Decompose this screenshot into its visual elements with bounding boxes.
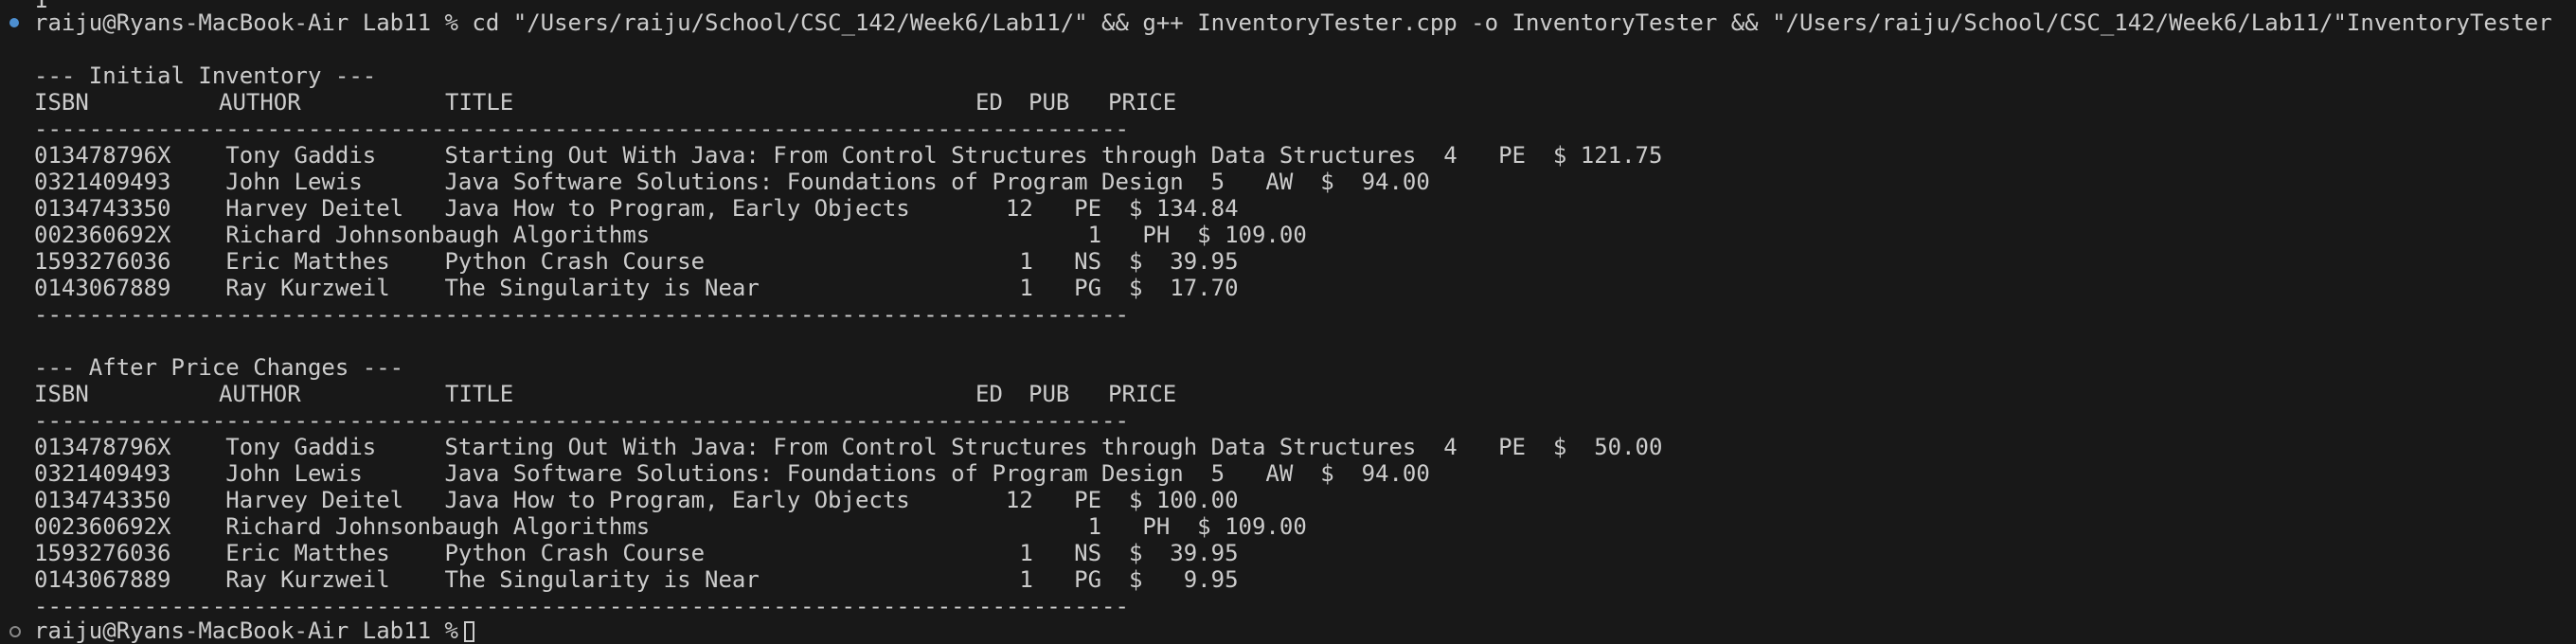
command-text: cd "/Users/raiju/School/CSC_142/Week6/La… (472, 9, 2552, 36)
column-isbn: ISBN (34, 381, 89, 407)
text-cursor[interactable] (463, 621, 474, 642)
separator-line: ----------------------------------------… (34, 116, 1129, 142)
separator-line: ----------------------------------------… (34, 593, 1129, 619)
prompt-text: raiju@Ryans-MacBook-Air Lab11 % (34, 617, 458, 644)
column-price: PRICE (1108, 89, 1177, 116)
column-author: AUTHOR (219, 89, 301, 116)
separator-line: ----------------------------------------… (34, 407, 1129, 434)
section-heading-initial: --- Initial Inventory --- (34, 63, 377, 89)
terminal-window[interactable]: 1 warning and 19 errors generated. raiju… (0, 0, 2576, 644)
prompt-text: raiju@Ryans-MacBook-Air Lab11 % (34, 9, 458, 36)
final-prompt-line[interactable]: raiju@Ryans-MacBook-Air Lab11 % (0, 617, 474, 644)
prompt-idle-icon (9, 626, 21, 637)
column-ed: ED (975, 381, 1003, 407)
separator-line: ----------------------------------------… (34, 301, 1129, 328)
column-author: AUTHOR (219, 381, 301, 407)
column-title: TITLE (445, 89, 514, 116)
column-title: TITLE (445, 381, 514, 407)
command-success-icon[interactable] (9, 18, 19, 27)
column-header-row: ISBN AUTHOR TITLE ED PUB PRICE (0, 89, 1176, 116)
column-header-row: ISBN AUTHOR TITLE ED PUB PRICE (0, 381, 1176, 407)
command-line: raiju@Ryans-MacBook-Air Lab11 % cd "/Use… (0, 9, 2552, 36)
column-pub: PUB (1029, 381, 1070, 407)
column-isbn: ISBN (34, 89, 89, 116)
column-price: PRICE (1108, 381, 1177, 407)
column-ed: ED (975, 89, 1003, 116)
section-heading-after: --- After Price Changes --- (34, 354, 404, 381)
column-pub: PUB (1029, 89, 1070, 116)
